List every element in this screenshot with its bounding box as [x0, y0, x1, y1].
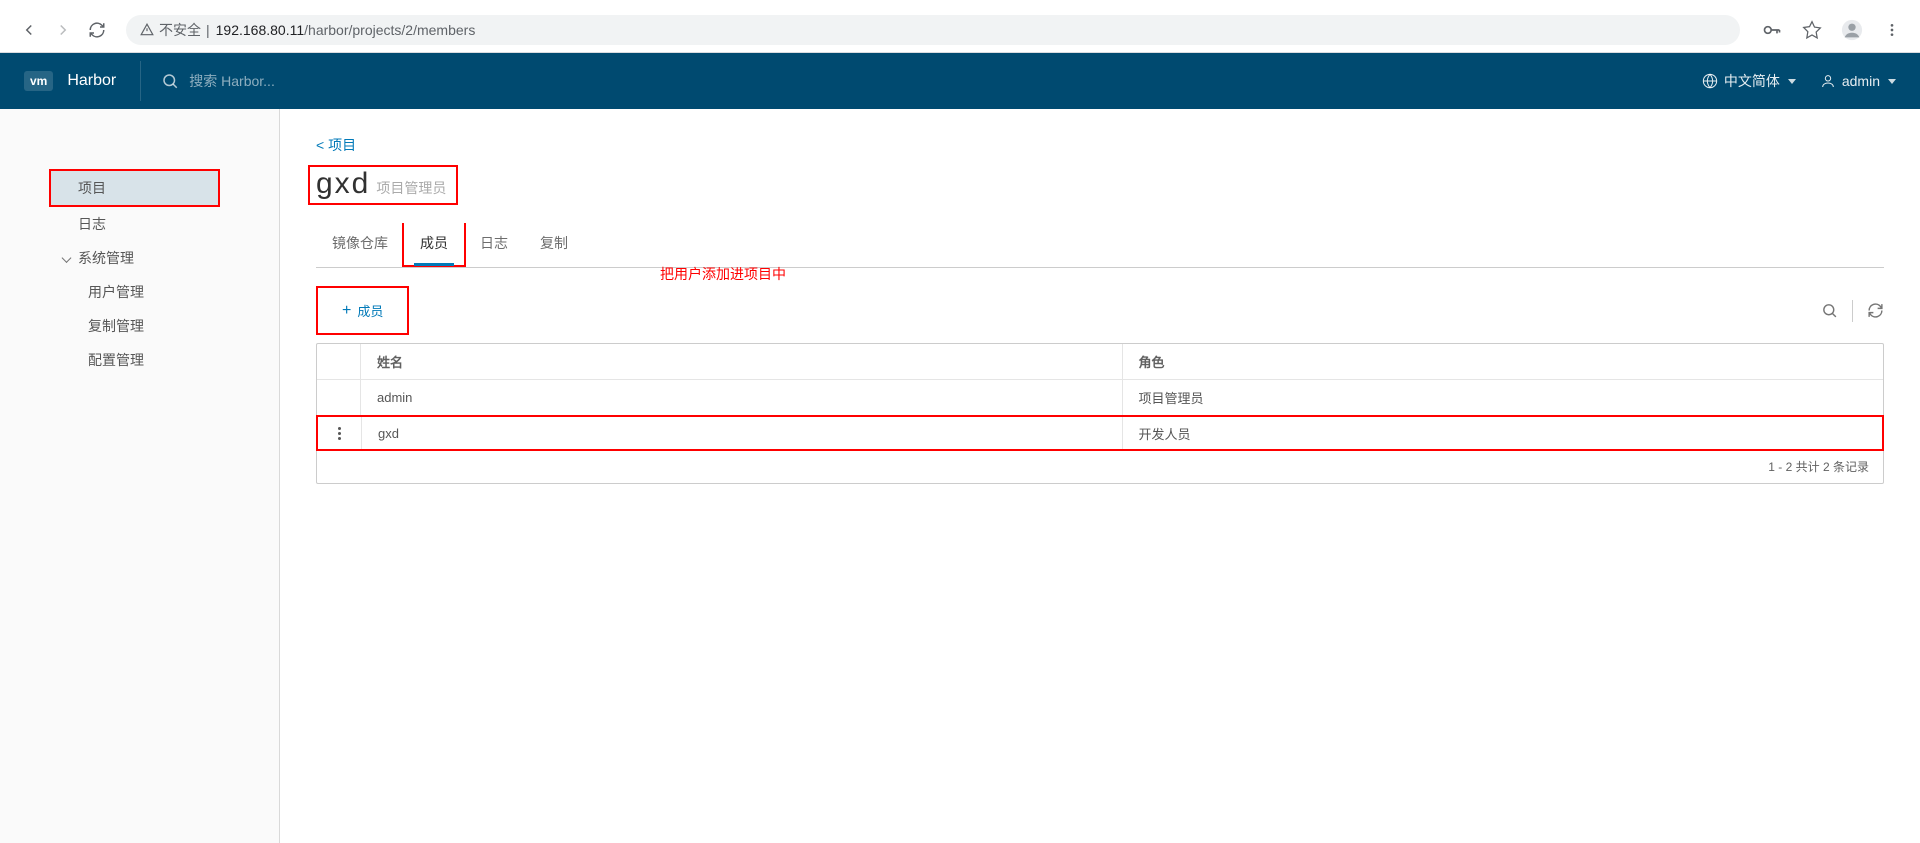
key-icon[interactable] — [1756, 14, 1788, 46]
language-selector[interactable]: 中文简体 — [1702, 71, 1796, 91]
table-row[interactable]: admin 项目管理员 — [317, 380, 1883, 416]
url-bar[interactable]: 不安全 | 192.168.80.11/harbor/projects/2/me… — [126, 15, 1740, 45]
url-host: 192.168.80.11 — [216, 22, 305, 38]
chevron-down-icon — [1788, 79, 1796, 84]
separator — [1852, 300, 1853, 322]
table-row[interactable]: gxd 开发人员 — [316, 415, 1884, 451]
row-role-cell: 开发人员 — [1123, 417, 1883, 449]
filter-search-icon[interactable] — [1821, 302, 1838, 319]
sidebar-item-config-mgmt[interactable]: 配置管理 — [0, 343, 279, 377]
app-logo[interactable]: vm Harbor — [0, 53, 140, 109]
vm-badge: vm — [24, 71, 53, 91]
row-role-cell: 项目管理员 — [1123, 380, 1884, 415]
back-button[interactable] — [12, 13, 46, 47]
browser-menu-icon[interactable] — [1876, 14, 1908, 46]
security-label: 不安全 — [159, 20, 201, 40]
tab-logs[interactable]: 日志 — [464, 223, 524, 267]
col-actions-header — [317, 344, 361, 379]
table-header: 姓名 角色 — [317, 344, 1883, 380]
chevron-down-icon — [1888, 79, 1896, 84]
plus-icon: + — [342, 302, 351, 320]
refresh-icon[interactable] — [1867, 302, 1884, 319]
highlight-box: 成员 — [402, 223, 466, 267]
row-action-cell — [317, 380, 361, 415]
highlight-box: 项目 — [49, 169, 220, 207]
profile-avatar-icon[interactable] — [1836, 14, 1868, 46]
search-box[interactable] — [141, 72, 1702, 90]
col-role-header: 角色 — [1123, 344, 1884, 379]
bookmark-star-icon[interactable] — [1796, 14, 1828, 46]
user-menu[interactable]: admin — [1820, 73, 1896, 89]
browser-tab-bar — [0, 0, 1920, 8]
tab-members[interactable]: 成员 — [404, 223, 464, 265]
main-content: < 项目 gxd 项目管理员 镜像仓库 成员 日志 复制 把用户添加进项目中 +… — [280, 109, 1920, 843]
search-input[interactable] — [189, 73, 489, 89]
url-path: /harbor/projects/2/members — [304, 22, 475, 38]
forward-button[interactable] — [46, 13, 80, 47]
kebab-icon — [338, 427, 341, 440]
add-member-button[interactable]: + 成员 — [316, 286, 409, 335]
security-warning: 不安全 | — [140, 20, 210, 40]
add-member-label: 成员 — [357, 301, 383, 320]
app-header: vm Harbor 中文简体 admin — [0, 53, 1920, 109]
annotation-text: 把用户添加进项目中 — [660, 264, 786, 284]
tabs: 镜像仓库 成员 日志 复制 — [316, 223, 1884, 268]
row-action-menu[interactable] — [318, 417, 362, 449]
app-title: Harbor — [67, 72, 116, 90]
members-table: 姓名 角色 admin 项目管理员 gxd 开发人员 1 - 2 共计 2 条记… — [316, 343, 1884, 484]
breadcrumb-back[interactable]: < 项目 — [316, 135, 1884, 155]
project-title-box: gxd 项目管理员 — [308, 165, 458, 205]
project-name: gxd — [316, 167, 370, 201]
row-name-cell: gxd — [362, 417, 1123, 449]
tab-replication[interactable]: 复制 — [524, 223, 584, 267]
search-icon — [161, 72, 179, 90]
sidebar: 项目 日志 系统管理 用户管理 复制管理 配置管理 — [0, 109, 280, 843]
language-label: 中文简体 — [1724, 71, 1780, 91]
table-footer: 1 - 2 共计 2 条记录 — [317, 450, 1883, 483]
globe-icon — [1702, 73, 1718, 89]
sidebar-item-projects[interactable]: 项目 — [51, 171, 218, 205]
action-bar: + 成员 — [316, 286, 1884, 335]
row-name-cell: admin — [361, 380, 1123, 415]
browser-toolbar: 不安全 | 192.168.80.11/harbor/projects/2/me… — [0, 8, 1920, 53]
reload-button[interactable] — [80, 13, 114, 47]
sidebar-item-logs[interactable]: 日志 — [0, 207, 279, 241]
user-label: admin — [1842, 73, 1880, 89]
sidebar-item-replication-mgmt[interactable]: 复制管理 — [0, 309, 279, 343]
sidebar-item-system-admin[interactable]: 系统管理 — [0, 241, 279, 275]
user-icon — [1820, 73, 1836, 89]
tab-images[interactable]: 镜像仓库 — [316, 223, 404, 267]
sidebar-item-user-mgmt[interactable]: 用户管理 — [0, 275, 279, 309]
project-role-label: 项目管理员 — [376, 178, 446, 198]
col-name-header: 姓名 — [361, 344, 1123, 379]
